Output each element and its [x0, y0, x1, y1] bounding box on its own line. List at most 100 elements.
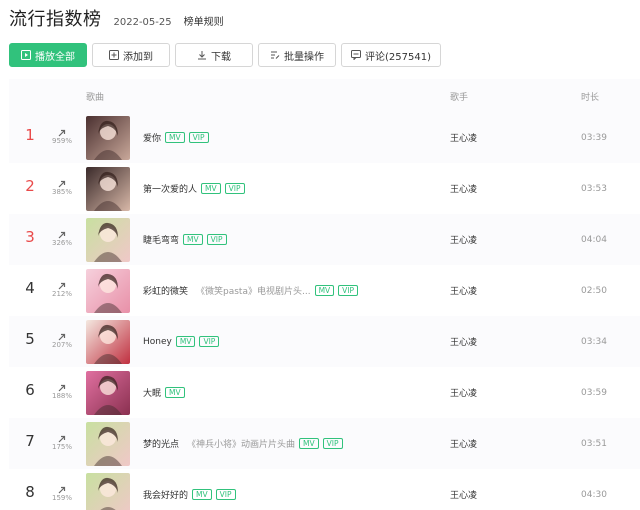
- toolbar: 播放全部 添加到 下载 批量操作 评论(257541): [9, 43, 446, 67]
- table-row[interactable]: 2 385% 第一次爱的人 MV VIP 王心凌 03:53: [9, 163, 640, 214]
- trend-up-icon: [49, 124, 75, 137]
- trend-up-icon: [49, 379, 75, 392]
- singer-name[interactable]: 王心凌: [450, 163, 477, 214]
- rank-trend: 175%: [49, 430, 75, 451]
- trend-up-icon: [49, 277, 75, 290]
- table-row[interactable]: 5 207% Honey MV VIP 王心凌 03:34: [9, 316, 640, 367]
- play-icon: [21, 50, 31, 60]
- table-row[interactable]: 3 326% 睫毛弯弯 MV VIP 王心凌 04:04: [9, 214, 640, 265]
- trend-percent: 159%: [51, 494, 72, 502]
- song-duration: 02:50: [581, 285, 607, 296]
- song-subtitle: 《神兵小将》动画片片头曲: [187, 440, 296, 450]
- song-title[interactable]: 彩虹的微笑: [143, 284, 188, 297]
- album-cover[interactable]: [86, 422, 130, 466]
- mv-badge[interactable]: MV: [192, 489, 212, 500]
- album-cover[interactable]: [86, 269, 130, 313]
- rank-number: 4: [25, 279, 35, 297]
- song-rows: 1 959% 爱你 MV VIP 王心凌 03:39 2 385% 第一次爱的人 MV VIP 王心凌 0…: [9, 112, 640, 510]
- rank-trend: 212%: [49, 277, 75, 298]
- download-button[interactable]: 下载: [175, 43, 253, 67]
- mv-badge[interactable]: MV: [314, 285, 335, 296]
- table-row[interactable]: 7 175% 梦的光点 《神兵小将》动画片片头曲 MV VIP 王心凌 03:51: [9, 418, 640, 469]
- mv-badge[interactable]: MV: [183, 234, 203, 245]
- mv-badge[interactable]: MV: [299, 438, 319, 449]
- table-row[interactable]: 4 212% 彩虹的微笑 《微笑pasta》电视剧片头... MV VIP 王心凌 02:50: [9, 265, 640, 316]
- rank-trend: 159%: [49, 481, 75, 502]
- trend-percent: 188%: [51, 392, 72, 400]
- table-header: 歌曲 歌手 时长: [9, 79, 640, 112]
- mv-badge[interactable]: MV: [165, 387, 185, 398]
- rank-number: 2: [25, 177, 35, 195]
- singer-name[interactable]: 王心凌: [450, 112, 477, 163]
- add-to-button[interactable]: 添加到: [92, 43, 170, 67]
- song-title[interactable]: 爱你: [143, 131, 161, 144]
- trend-percent: 207%: [51, 341, 72, 349]
- singer-name[interactable]: 王心凌: [450, 367, 477, 418]
- song-duration: 03:39: [581, 132, 607, 143]
- trend-percent: 212%: [51, 290, 72, 298]
- song-title[interactable]: 睫毛弯弯: [143, 233, 179, 246]
- vip-badge: VIP: [224, 183, 245, 194]
- song-title[interactable]: Honey: [143, 337, 172, 347]
- album-cover[interactable]: [86, 167, 130, 211]
- rank-number: 1: [25, 126, 35, 144]
- song-title[interactable]: 大眠: [143, 386, 161, 399]
- singer-name[interactable]: 王心凌: [450, 316, 477, 367]
- download-icon: [197, 50, 207, 60]
- comment-icon: [351, 50, 361, 60]
- rank-trend: 326%: [49, 226, 75, 247]
- song-title[interactable]: 梦的光点: [143, 437, 179, 450]
- download-label: 下载: [211, 51, 231, 63]
- song-cell: 我会好好的 MV VIP: [143, 469, 236, 510]
- song-duration: 03:51: [581, 438, 607, 449]
- singer-name[interactable]: 王心凌: [450, 214, 477, 265]
- trend-percent: 385%: [51, 188, 72, 196]
- trend-up-icon: [49, 328, 75, 341]
- singer-name[interactable]: 王心凌: [450, 469, 477, 510]
- table-row[interactable]: 6 188% 大眠 MV 王心凌 03:59: [9, 367, 640, 418]
- album-cover[interactable]: [86, 320, 130, 364]
- rank-trend: 207%: [49, 328, 75, 349]
- song-subtitle: 《微笑pasta》电视剧片头...: [196, 287, 311, 297]
- rank-number: 6: [25, 381, 35, 399]
- song-duration: 03:34: [581, 336, 607, 347]
- album-cover[interactable]: [86, 116, 130, 160]
- vip-badge: VIP: [188, 132, 209, 143]
- mv-badge[interactable]: MV: [201, 183, 221, 194]
- mv-badge[interactable]: MV: [165, 132, 185, 143]
- rank-number: 5: [25, 330, 35, 348]
- song-duration: 04:30: [581, 489, 607, 500]
- song-duration: 03:59: [581, 387, 607, 398]
- vip-badge: VIP: [322, 438, 343, 449]
- trend-up-icon: [49, 430, 75, 443]
- trend-percent: 326%: [51, 239, 72, 247]
- album-cover[interactable]: [86, 371, 130, 415]
- comment-button[interactable]: 评论(257541): [341, 43, 441, 67]
- album-cover[interactable]: [86, 473, 130, 510]
- trend-percent: 959%: [51, 137, 72, 145]
- vip-badge: VIP: [206, 234, 227, 245]
- album-cover[interactable]: [86, 218, 130, 262]
- play-all-button[interactable]: 播放全部: [9, 43, 87, 67]
- chart-date: 2022-05-25: [113, 17, 172, 28]
- singer-name[interactable]: 王心凌: [450, 265, 477, 316]
- trend-up-icon: [49, 226, 75, 239]
- song-duration: 04:04: [581, 234, 607, 245]
- singer-name[interactable]: 王心凌: [450, 418, 477, 469]
- table-row[interactable]: 1 959% 爱你 MV VIP 王心凌 03:39: [9, 112, 640, 163]
- batch-operation-button[interactable]: 批量操作: [258, 43, 336, 67]
- song-title[interactable]: 我会好好的: [143, 488, 188, 501]
- rank-number: 7: [25, 432, 35, 450]
- song-title[interactable]: 第一次爱的人: [143, 182, 197, 195]
- rank-number: 3: [25, 228, 35, 246]
- chart-rules-link[interactable]: 榜单规则: [184, 13, 224, 28]
- mv-badge[interactable]: MV: [175, 336, 196, 347]
- trend-up-icon: [49, 481, 75, 494]
- vip-badge: VIP: [199, 336, 220, 347]
- vip-badge: VIP: [215, 489, 236, 500]
- table-row[interactable]: 8 159% 我会好好的 MV VIP 王心凌 04:30: [9, 469, 640, 510]
- song-table: 歌曲 歌手 时长 1 959% 爱你 MV VIP 王心凌 03:39 2 385% 第一次爱的人…: [9, 79, 640, 510]
- trend-up-icon: [49, 175, 75, 188]
- comment-label: 评论(257541): [365, 51, 431, 63]
- song-cell: 第一次爱的人 MV VIP: [143, 163, 245, 214]
